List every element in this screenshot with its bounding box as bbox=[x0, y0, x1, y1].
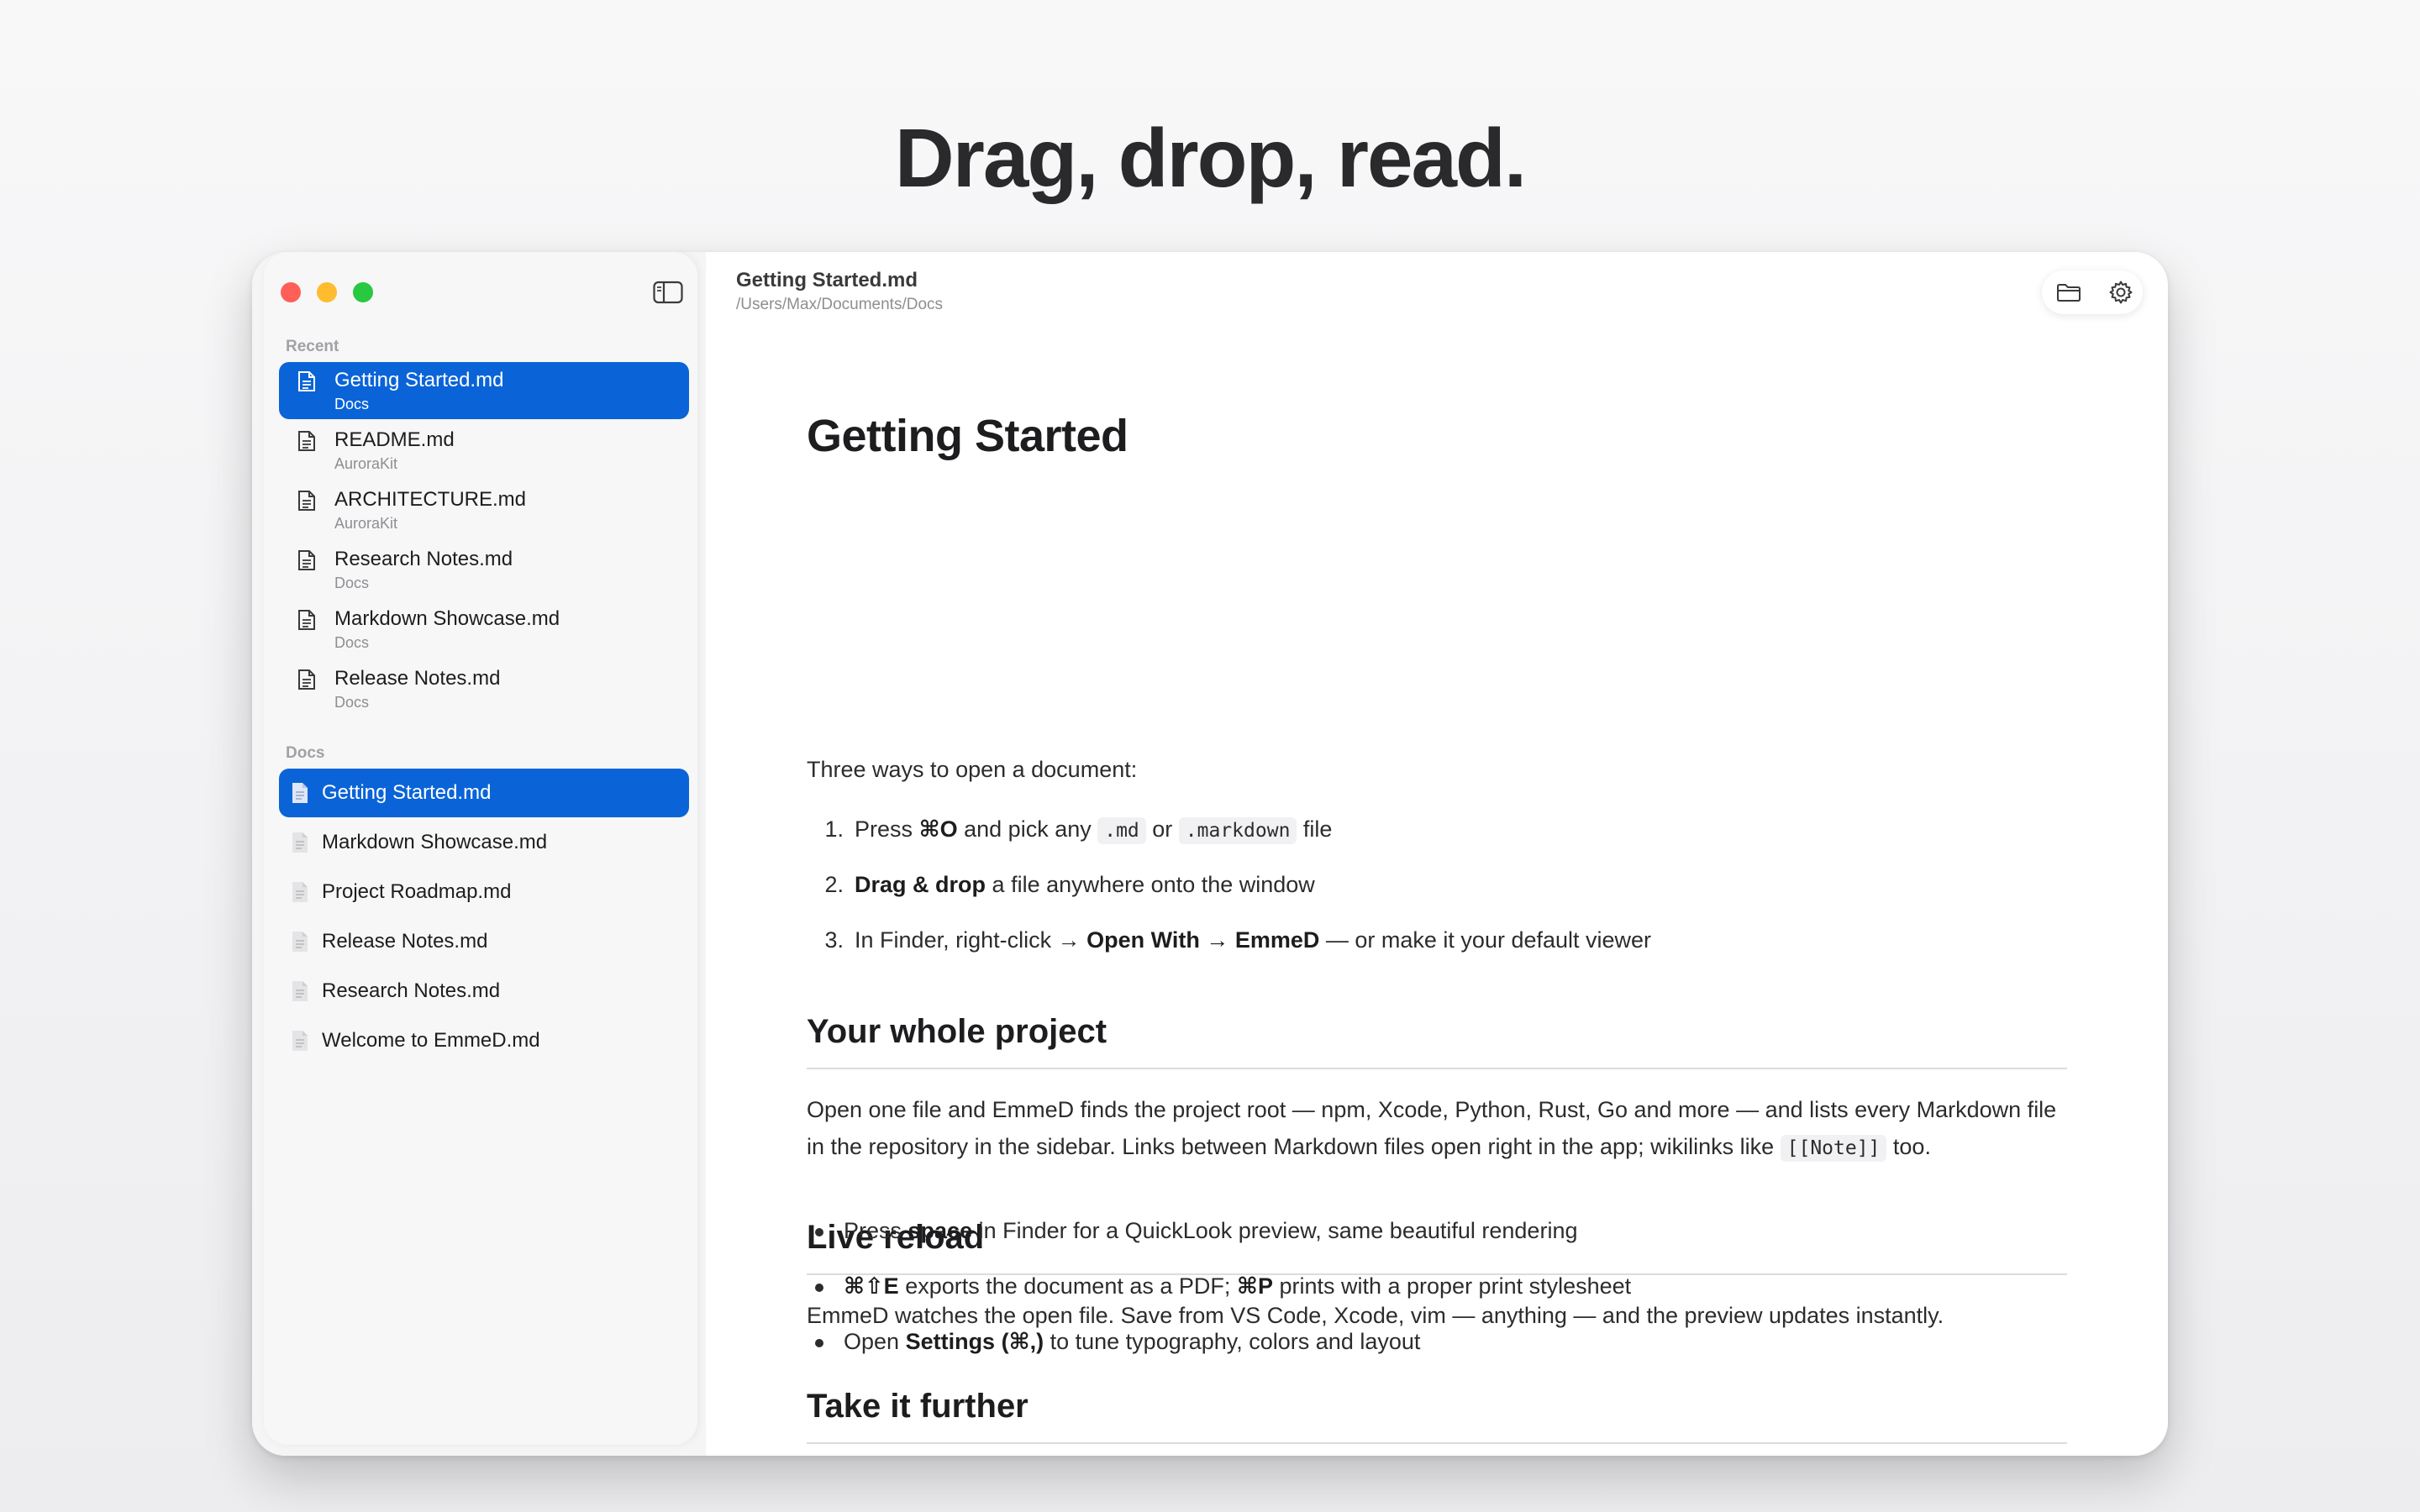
sidebar-toggle-icon[interactable] bbox=[653, 280, 683, 305]
docs-item-title: Welcome to EmmeD.md bbox=[322, 1029, 540, 1052]
file-icon bbox=[292, 832, 308, 853]
recent-item-release-notes[interactable]: Release Notes.md Docs bbox=[279, 660, 689, 717]
document-icon bbox=[298, 610, 315, 630]
document-icon bbox=[298, 550, 315, 570]
section-heading-take-further: Take it further bbox=[807, 1388, 1028, 1425]
docs-item-project-roadmap[interactable]: Project Roadmap.md bbox=[279, 868, 689, 916]
intro-paragraph: Three ways to open a document: bbox=[807, 757, 1138, 782]
document-icon bbox=[298, 491, 315, 511]
recent-item-architecture[interactable]: ARCHITECTURE.md AuroraKit bbox=[279, 481, 689, 538]
recent-item-title: Release Notes.md bbox=[334, 667, 501, 690]
document-icon bbox=[298, 669, 315, 690]
file-icon bbox=[292, 1031, 308, 1051]
document-icon bbox=[298, 431, 315, 451]
docs-item-welcome[interactable]: Welcome to EmmeD.md bbox=[279, 1016, 689, 1065]
document-view[interactable]: Getting Started.md /Users/Max/Documents/… bbox=[706, 252, 2168, 1456]
toolbar-group bbox=[2042, 270, 2143, 314]
recent-item-folder: AuroraKit bbox=[334, 515, 398, 532]
gear-icon[interactable] bbox=[2107, 279, 2134, 306]
sidebar: Recent Getting Started.md Docs README.md… bbox=[252, 252, 706, 1456]
recent-item-research-notes[interactable]: Research Notes.md Docs bbox=[279, 541, 689, 598]
section-heading-live-reload: Live reload bbox=[807, 1219, 985, 1256]
recent-section-label: Recent bbox=[286, 338, 339, 355]
docs-item-title: Markdown Showcase.md bbox=[322, 831, 548, 853]
document-heading: Getting Started bbox=[807, 411, 1128, 461]
docs-item-research-notes[interactable]: Research Notes.md bbox=[279, 967, 689, 1016]
recent-item-readme[interactable]: README.md AuroraKit bbox=[279, 422, 689, 479]
recent-item-folder: Docs bbox=[334, 694, 370, 711]
close-button[interactable] bbox=[281, 282, 301, 302]
docs-item-title: Research Notes.md bbox=[322, 979, 501, 1002]
file-icon bbox=[292, 932, 308, 952]
recent-item-title: Research Notes.md bbox=[334, 548, 513, 570]
docs-item-title: Project Roadmap.md bbox=[322, 880, 512, 903]
recent-item-folder: Docs bbox=[334, 634, 370, 651]
docs-section-label: Docs bbox=[286, 744, 325, 762]
document-icon bbox=[298, 371, 315, 391]
recent-item-markdown-showcase[interactable]: Markdown Showcase.md Docs bbox=[279, 601, 689, 658]
live-reload-paragraph: EmmeD watches the open file. Save from V… bbox=[807, 1303, 1944, 1328]
step-2: 2. Drag & drop a file anywhere onto the … bbox=[824, 872, 1315, 897]
window-title: Getting Started.md bbox=[736, 269, 918, 291]
file-icon bbox=[292, 981, 308, 1001]
docs-item-release-notes[interactable]: Release Notes.md bbox=[279, 917, 689, 966]
file-icon bbox=[292, 882, 308, 902]
step-1: 1. Press ⌘O and pick any .md or .markdow… bbox=[807, 816, 1332, 844]
step-3: 3. In Finder, right-click → Open With → … bbox=[824, 927, 1652, 953]
recent-item-title: README.md bbox=[334, 428, 455, 451]
app-window: Recent Getting Started.md Docs README.md… bbox=[252, 252, 2168, 1456]
window-subtitle-path: /Users/Max/Documents/Docs bbox=[736, 296, 944, 313]
folder-icon[interactable] bbox=[2055, 279, 2082, 306]
docs-item-title: Getting Started.md bbox=[322, 781, 492, 804]
project-paragraph: Open one file and EmmeD finds the projec… bbox=[807, 1091, 2067, 1167]
section-divider bbox=[807, 1442, 2067, 1444]
zoom-button[interactable] bbox=[353, 282, 373, 302]
recent-item-folder: Docs bbox=[334, 575, 370, 591]
docs-item-title: Release Notes.md bbox=[322, 930, 488, 953]
file-icon bbox=[292, 783, 308, 803]
section-divider bbox=[807, 1068, 2067, 1069]
headline: Drag, drop, read. bbox=[894, 112, 1527, 204]
recent-item-getting-started[interactable]: Getting Started.md Docs bbox=[279, 362, 689, 419]
docs-item-getting-started[interactable]: Getting Started.md bbox=[279, 769, 689, 817]
section-heading-project: Your whole project bbox=[807, 1013, 1107, 1050]
docs-item-markdown-showcase[interactable]: Markdown Showcase.md bbox=[279, 818, 689, 867]
recent-item-title: ARCHITECTURE.md bbox=[334, 488, 527, 511]
minimize-button[interactable] bbox=[317, 282, 337, 302]
section-divider bbox=[807, 1273, 2067, 1275]
recent-item-title: Markdown Showcase.md bbox=[334, 607, 560, 630]
recent-item-folder: Docs bbox=[334, 396, 370, 412]
recent-item-title: Getting Started.md bbox=[334, 369, 504, 391]
recent-item-folder: AuroraKit bbox=[334, 455, 398, 472]
